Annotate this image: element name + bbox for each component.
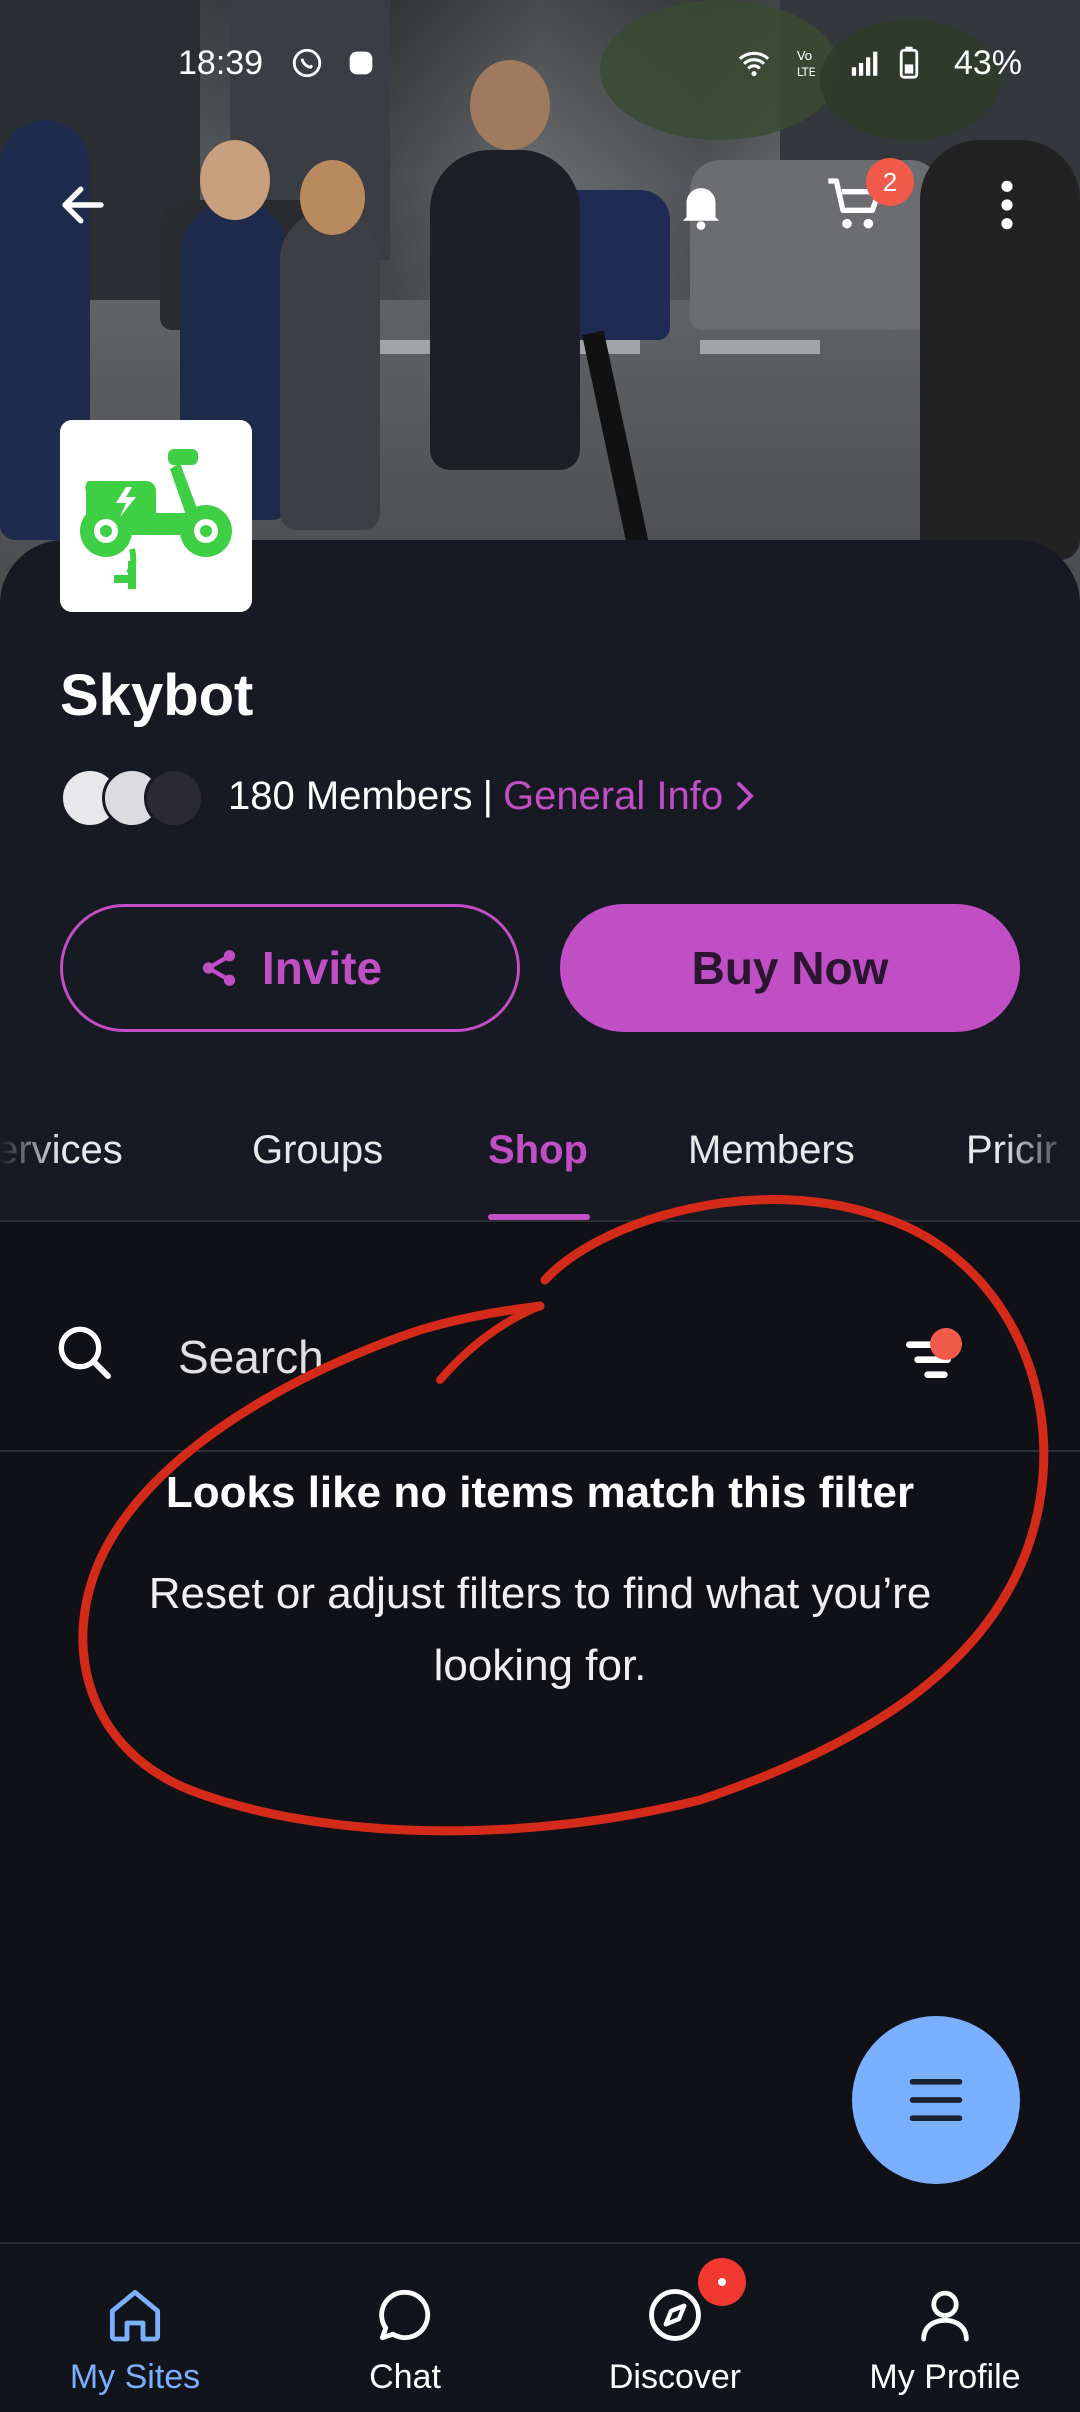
invite-label: Invite xyxy=(261,942,383,994)
tabs-fade-left xyxy=(0,1100,60,1220)
active-tab-indicator xyxy=(488,1214,590,1220)
more-options-button[interactable] xyxy=(972,170,1042,240)
nav-discover[interactable]: Discover xyxy=(540,2244,810,2412)
svg-text:LTE: LTE xyxy=(797,65,816,79)
tabs-fade-right xyxy=(1000,1100,1080,1220)
invite-button[interactable]: Invite xyxy=(60,904,520,1032)
buy-now-button[interactable]: Buy Now xyxy=(560,904,1020,1032)
section-tabs: ervices Groups Shop Members Pricir xyxy=(0,1100,1080,1222)
member-avatars[interactable] xyxy=(60,768,210,828)
nav-my-profile[interactable]: My Profile xyxy=(810,2244,1080,2412)
chevron-right-icon xyxy=(737,782,754,810)
members-count[interactable]: 180 Members xyxy=(228,774,473,818)
nav-chat[interactable]: Chat xyxy=(270,2244,540,2412)
share-icon xyxy=(202,950,236,986)
whatsapp-icon xyxy=(292,48,322,78)
status-time: 18:39 xyxy=(178,44,264,82)
user-icon xyxy=(921,2290,969,2342)
volte-icon: VoLTE xyxy=(797,49,816,79)
wifi-icon xyxy=(738,51,770,77)
tab-groups[interactable]: Groups xyxy=(252,1128,383,1173)
status-bar: 18:39 Vo LTE 43% xyxy=(0,36,1080,92)
back-button[interactable] xyxy=(48,170,118,240)
signal-icon xyxy=(851,51,878,76)
menu-fab[interactable] xyxy=(852,2016,1020,2184)
notification-icon xyxy=(349,51,373,75)
electric-scooter-icon xyxy=(80,449,232,589)
svg-text:Vo: Vo xyxy=(797,49,813,64)
more-vertical-icon xyxy=(1001,180,1013,230)
tab-shop[interactable]: Shop xyxy=(488,1128,588,1173)
empty-state-message: Reset or adjust filters to find what you… xyxy=(148,1569,932,1690)
shop-search-bar xyxy=(0,1222,1080,1452)
home-icon xyxy=(109,2289,161,2342)
bell-icon xyxy=(682,188,720,230)
arrow-left-icon xyxy=(62,186,104,224)
battery-icon xyxy=(899,46,919,79)
nav-label: Chat xyxy=(369,2358,441,2396)
site-logo xyxy=(60,420,252,612)
filter-active-indicator xyxy=(930,1328,962,1360)
chat-icon xyxy=(379,2289,431,2341)
nav-my-sites[interactable]: My Sites xyxy=(0,2244,270,2412)
empty-state-title: Looks like no items match this filter xyxy=(165,1468,915,1517)
nav-label: My Sites xyxy=(69,2358,201,2396)
members-info: 180 Members | General Info xyxy=(228,774,756,819)
compass-icon xyxy=(649,2289,701,2341)
search-input[interactable] xyxy=(178,1322,818,1392)
avatar xyxy=(144,768,204,828)
site-name: Skybot xyxy=(60,663,254,728)
general-info-label: General Info xyxy=(502,774,724,818)
nav-label: Discover xyxy=(608,2358,742,2396)
tab-members[interactable]: Members xyxy=(688,1128,855,1173)
discover-badge xyxy=(698,2258,746,2306)
nav-label: My Profile xyxy=(869,2358,1021,2396)
menu-icon xyxy=(909,2078,963,2122)
cart-count-badge: 2 xyxy=(866,158,914,206)
general-info-link[interactable]: General Info xyxy=(503,774,756,818)
search-icon[interactable] xyxy=(52,1320,116,1384)
notifications-button[interactable] xyxy=(666,170,736,240)
buy-now-label: Buy Now xyxy=(691,942,889,994)
battery-percent: 43% xyxy=(953,44,1022,82)
separator: | xyxy=(482,774,493,818)
bottom-navigation: My Sites Chat Discover My Profile xyxy=(0,2242,1080,2412)
